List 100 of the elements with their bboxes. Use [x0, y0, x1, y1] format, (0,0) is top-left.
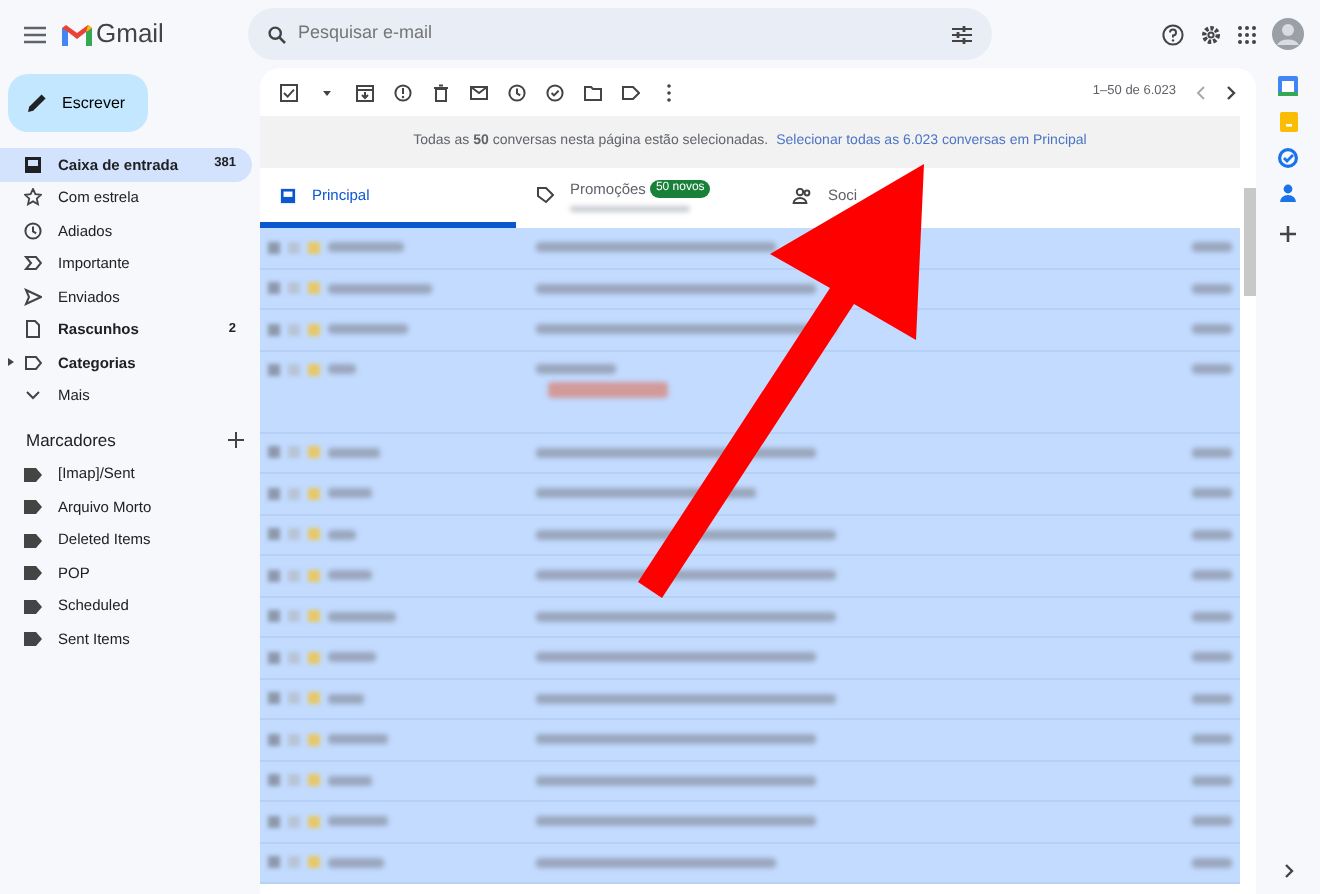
row-checkbox[interactable]: [268, 323, 280, 336]
important-marker-icon[interactable]: [308, 487, 320, 500]
email-row[interactable]: [260, 310, 1240, 351]
important-marker-icon[interactable]: [308, 363, 320, 375]
tag-icon: [536, 186, 554, 204]
email-row[interactable]: [260, 597, 1240, 638]
row-checkbox[interactable]: [268, 363, 280, 375]
important-marker-icon[interactable]: [308, 446, 320, 459]
archive-icon[interactable]: [356, 83, 374, 101]
blurred-sender: [328, 529, 356, 540]
blurred-date: [1192, 283, 1232, 294]
blurred-sender: [328, 816, 388, 827]
email-row[interactable]: [260, 802, 1240, 843]
notes-icon[interactable]: [1279, 112, 1297, 132]
email-row[interactable]: [260, 474, 1240, 515]
email-row[interactable]: [260, 638, 1240, 679]
blurred-subject: [536, 363, 616, 373]
important-marker-icon[interactable]: [308, 774, 320, 787]
important-marker-icon[interactable]: [308, 692, 320, 705]
compose-button[interactable]: Escrever: [8, 74, 148, 132]
important-marker-icon[interactable]: [308, 856, 320, 869]
row-checkbox[interactable]: [268, 528, 280, 541]
important-marker-icon[interactable]: [308, 241, 320, 254]
label-tag-icon: [24, 500, 42, 514]
task-check-icon[interactable]: [546, 83, 564, 101]
important-marker-icon[interactable]: [308, 282, 320, 295]
blurred-sender: [328, 363, 356, 373]
email-row[interactable]: [260, 433, 1240, 474]
blurred-date: [1192, 693, 1232, 704]
email-row[interactable]: [260, 720, 1240, 761]
scrollbar[interactable]: [1244, 188, 1256, 296]
important-marker-icon[interactable]: [308, 733, 320, 746]
row-checkbox[interactable]: [268, 651, 280, 664]
important-marker-icon[interactable]: [308, 815, 320, 828]
blurred-sender: [328, 488, 372, 499]
search-icon[interactable]: [267, 25, 286, 43]
labels-heading: Marcadores: [26, 428, 116, 454]
plus-icon[interactable]: [228, 432, 244, 449]
important-marker-icon[interactable]: [308, 610, 320, 623]
avatar-icon[interactable]: [1272, 18, 1304, 50]
blurred-date: [1192, 529, 1232, 540]
email-row[interactable]: [260, 679, 1240, 720]
search-bar[interactable]: Pesquisar e-mail: [247, 8, 992, 60]
important-marker-icon[interactable]: [308, 528, 320, 541]
important-icon: [24, 254, 42, 273]
tasks-icon[interactable]: [1278, 148, 1298, 168]
email-row[interactable]: [260, 843, 1240, 884]
search-field[interactable]: Pesquisar e-mail: [293, 18, 944, 50]
people-icon: [792, 187, 812, 203]
row-checkbox[interactable]: [268, 692, 280, 705]
expand-caret-icon[interactable]: [8, 358, 14, 366]
clock-icon[interactable]: [508, 83, 526, 101]
row-checkbox[interactable]: [268, 610, 280, 623]
settings-icon[interactable]: [1200, 23, 1222, 45]
email-row[interactable]: [260, 515, 1240, 556]
pencil-icon: [28, 94, 46, 112]
row-checkbox[interactable]: [268, 815, 280, 828]
chevron-right-icon[interactable]: [1226, 85, 1236, 99]
email-row[interactable]: [260, 351, 1240, 433]
gmail-logo-icon[interactable]: [62, 23, 92, 45]
apps-grid-icon[interactable]: [1238, 25, 1256, 43]
important-marker-icon[interactable]: [308, 651, 320, 664]
blurred-sender: [328, 734, 388, 745]
blurred-date: [1192, 363, 1232, 373]
blurred-sender: [328, 857, 384, 868]
chevron-left-icon[interactable]: [1196, 85, 1206, 99]
label-tag-icon: [24, 533, 42, 547]
select-checkbox-icon[interactable]: [280, 83, 298, 101]
row-checkbox[interactable]: [268, 733, 280, 746]
blurred-date: [1192, 652, 1232, 663]
filter-sliders-icon[interactable]: [951, 25, 972, 43]
important-marker-icon[interactable]: [308, 323, 320, 336]
row-checkbox[interactable]: [268, 856, 280, 869]
important-marker-icon[interactable]: [308, 569, 320, 582]
blurred-date: [1192, 324, 1232, 335]
help-icon[interactable]: [1162, 23, 1184, 45]
menu-icon[interactable]: [24, 25, 46, 43]
row-checkbox[interactable]: [268, 487, 280, 500]
contacts-icon[interactable]: [1280, 184, 1296, 202]
blurred-sender: [328, 693, 364, 704]
trash-icon[interactable]: [432, 83, 450, 101]
chevron-right-icon[interactable]: [1283, 864, 1293, 878]
tag-icon[interactable]: [622, 83, 640, 101]
calendar-icon[interactable]: [1278, 76, 1298, 96]
email-row[interactable]: [260, 761, 1240, 802]
folder-icon[interactable]: [584, 83, 602, 101]
row-checkbox[interactable]: [268, 241, 280, 254]
row-checkbox[interactable]: [268, 282, 280, 295]
report-icon[interactable]: [394, 83, 412, 101]
blurred-date: [1192, 447, 1232, 458]
label-tag-icon: [24, 632, 42, 646]
blurred-sender: [328, 652, 376, 663]
row-checkbox[interactable]: [268, 774, 280, 787]
send-icon: [24, 287, 42, 306]
blurred-date: [1192, 775, 1232, 786]
row-checkbox[interactable]: [268, 446, 280, 459]
row-checkbox[interactable]: [268, 569, 280, 582]
mail-icon[interactable]: [470, 83, 488, 101]
plus-icon[interactable]: [1280, 226, 1296, 242]
email-row[interactable]: [260, 556, 1240, 597]
